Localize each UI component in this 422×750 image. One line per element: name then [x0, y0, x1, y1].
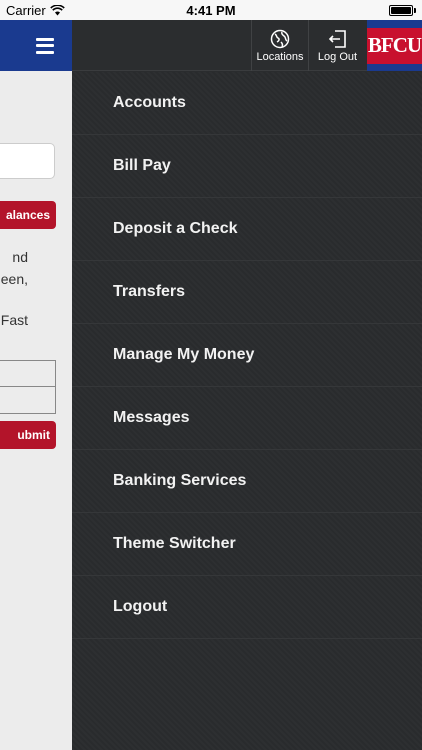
- balances-button[interactable]: alances: [0, 201, 56, 229]
- logout-label: Log Out: [317, 50, 358, 63]
- background-text-line: nd: [12, 249, 28, 265]
- menu-item-manage-my-money[interactable]: Manage My Money: [72, 324, 422, 387]
- globe-icon: [270, 29, 290, 48]
- side-menu: Accounts Bill Pay Deposit a Check Transf…: [72, 72, 422, 750]
- menu-item-transfers[interactable]: Transfers: [72, 261, 422, 324]
- menu-item-banking-services[interactable]: Banking Services: [72, 450, 422, 513]
- bfcu-logo: BFCU: [367, 20, 422, 71]
- background-text-line: Fast: [0, 312, 28, 328]
- top-bar: Locations Log Out BFCU: [72, 20, 422, 71]
- menu-item-accounts[interactable]: Accounts: [72, 72, 422, 135]
- battery-icon: [389, 4, 416, 16]
- locations-button[interactable]: Locations: [251, 20, 308, 71]
- submit-button[interactable]: ubmit: [0, 421, 56, 449]
- background-header: [0, 20, 72, 71]
- background-page: alances nd een, Fast ubmit: [0, 20, 72, 750]
- background-text-line: een,: [0, 271, 28, 287]
- logout-icon: [328, 29, 346, 48]
- wifi-icon: [49, 4, 65, 15]
- locations-label: Locations: [256, 50, 304, 63]
- logout-top-button[interactable]: Log Out: [308, 20, 366, 71]
- menu-item-deposit-check[interactable]: Deposit a Check: [72, 198, 422, 261]
- background-form-fields[interactable]: [0, 360, 56, 414]
- menu-item-bill-pay[interactable]: Bill Pay: [72, 135, 422, 198]
- logo-text: BFCU: [367, 27, 422, 64]
- status-bar: Carrier 4:41 PM: [0, 0, 422, 20]
- menu-item-logout[interactable]: Logout: [72, 576, 422, 639]
- carrier-label: Carrier: [6, 2, 46, 18]
- menu-item-theme-switcher[interactable]: Theme Switcher: [72, 513, 422, 576]
- menu-item-messages[interactable]: Messages: [72, 387, 422, 450]
- hamburger-menu-icon[interactable]: [36, 37, 54, 54]
- status-left: Carrier: [6, 3, 65, 18]
- background-input[interactable]: [0, 143, 55, 179]
